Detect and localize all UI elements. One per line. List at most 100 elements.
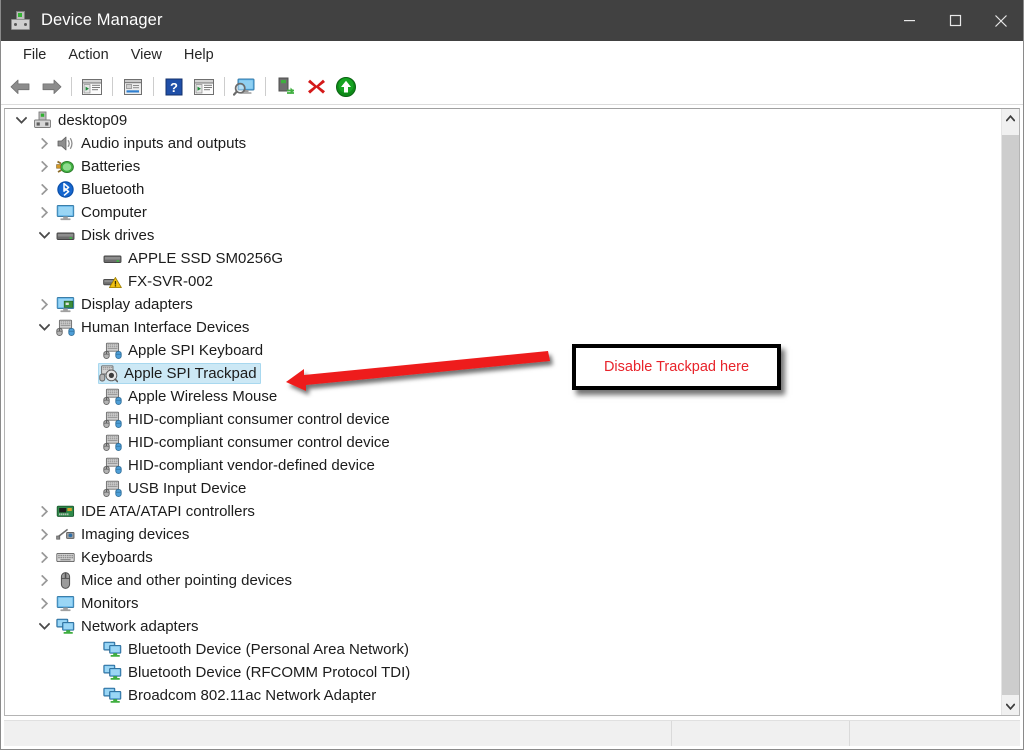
scroll-down-button[interactable] <box>1002 697 1019 715</box>
tree-item-content[interactable]: USB Input Device <box>100 478 247 499</box>
trackpad-icon <box>99 364 118 383</box>
tree-item-content[interactable]: Monitors <box>53 593 140 614</box>
tree-item-content[interactable]: Mice and other pointing devices <box>53 570 293 591</box>
toolbar: ? <box>0 69 1024 105</box>
callout-box[interactable]: Disable Trackpad here <box>572 344 781 390</box>
back-button[interactable] <box>6 73 36 101</box>
expand-toggle-expanded[interactable] <box>13 109 30 132</box>
properties-button[interactable] <box>118 73 148 101</box>
scan-for-hardware-changes-button[interactable] <box>189 73 219 101</box>
tree-item-content[interactable]: Apple SPI Keyboard <box>100 340 264 361</box>
display-adapter-icon <box>56 295 75 314</box>
tree-item-content[interactable]: desktop09 <box>30 110 128 131</box>
expand-toggle-collapsed[interactable] <box>36 546 53 569</box>
tree-row[interactable]: Apple SPI Keyboard <box>5 339 1002 362</box>
tree-row[interactable]: Bluetooth Device (Personal Area Network) <box>5 638 1002 661</box>
device-tree[interactable]: desktop09 Audio inputs and outputs Batte… <box>5 109 1002 715</box>
tree-item-content[interactable]: Batteries <box>53 156 141 177</box>
tree-row[interactable]: Keyboards <box>5 546 1002 569</box>
chevron-right-icon <box>40 299 49 310</box>
menu-file[interactable]: File <box>12 44 57 66</box>
tree-item-content[interactable]: Imaging devices <box>53 524 190 545</box>
tree-row[interactable]: HID-compliant vendor-defined device <box>5 454 1002 477</box>
tree-item-content[interactable]: APPLE SSD SM0256G <box>100 248 284 269</box>
tree-row[interactable]: Bluetooth <box>5 178 1002 201</box>
tree-item-content[interactable]: Keyboards <box>53 547 154 568</box>
tree-item-content[interactable]: FX-SVR-002 <box>100 271 214 292</box>
help-button[interactable]: ? <box>159 73 189 101</box>
tree-item-content[interactable]: Apple Wireless Mouse <box>100 386 278 407</box>
expand-toggle-collapsed[interactable] <box>36 569 53 592</box>
tree-item-content[interactable]: Disk drives <box>53 225 155 246</box>
enable-device-button[interactable] <box>331 73 361 101</box>
tree-row[interactable]: Batteries <box>5 155 1002 178</box>
battery-icon <box>56 157 75 176</box>
show-hide-console-tree-button[interactable] <box>77 73 107 101</box>
tree-item-content[interactable]: Audio inputs and outputs <box>53 133 247 154</box>
tree-item-content[interactable]: HID-compliant vendor-defined device <box>100 455 376 476</box>
close-button[interactable] <box>978 0 1024 41</box>
tree-item-content[interactable]: Display adapters <box>53 294 194 315</box>
tree-row[interactable]: USB Input Device <box>5 477 1002 500</box>
tree-row[interactable]: Network adapters <box>5 615 1002 638</box>
tree-item-content[interactable]: Apple SPI Trackpad <box>98 363 261 384</box>
tree-row[interactable]: Bluetooth Device (RFCOMM Protocol TDI) <box>5 661 1002 684</box>
expand-toggle-expanded[interactable] <box>36 224 53 247</box>
menu-action[interactable]: Action <box>57 44 119 66</box>
expand-toggle-none <box>83 661 100 684</box>
tree-row[interactable]: Imaging devices <box>5 523 1002 546</box>
expand-toggle-collapsed[interactable] <box>36 178 53 201</box>
tree-item-content[interactable]: Bluetooth Device (RFCOMM Protocol TDI) <box>100 662 411 683</box>
disable-device-button[interactable] <box>271 73 301 101</box>
uninstall-device-button[interactable] <box>301 73 331 101</box>
tree-row[interactable]: Human Interface Devices <box>5 316 1002 339</box>
toolbar-separator-4 <box>224 77 225 96</box>
expand-toggle-expanded[interactable] <box>36 316 53 339</box>
tree-item-content[interactable]: HID-compliant consumer control device <box>100 432 391 453</box>
scrollbar-thumb[interactable] <box>1002 135 1019 695</box>
tree-item-content[interactable]: Human Interface Devices <box>53 317 250 338</box>
tree-item-content[interactable]: IDE ATA/ATAPI controllers <box>53 501 256 522</box>
expand-toggle-expanded[interactable] <box>36 615 53 638</box>
status-bar <box>4 720 1020 746</box>
tree-row[interactable]: Monitors <box>5 592 1002 615</box>
tree-row[interactable]: APPLE SSD SM0256G <box>5 247 1002 270</box>
tree-item-content[interactable]: HID-compliant consumer control device <box>100 409 391 430</box>
tree-item-content[interactable]: Bluetooth <box>53 179 145 200</box>
menu-help[interactable]: Help <box>173 44 225 66</box>
tree-row[interactable]: Disk drives <box>5 224 1002 247</box>
expand-toggle-collapsed[interactable] <box>36 155 53 178</box>
tree-item-content[interactable]: Computer <box>53 202 148 223</box>
expand-toggle-collapsed[interactable] <box>36 201 53 224</box>
tree-row[interactable]: desktop09 <box>5 109 1002 132</box>
tree-row[interactable]: HID-compliant consumer control device <box>5 431 1002 454</box>
expand-toggle-collapsed[interactable] <box>36 132 53 155</box>
menu-view[interactable]: View <box>120 44 173 66</box>
expand-toggle-collapsed[interactable] <box>36 592 53 615</box>
tree-row[interactable]: Audio inputs and outputs <box>5 132 1002 155</box>
tree-row[interactable]: Apple Wireless Mouse <box>5 385 1002 408</box>
tree-row[interactable]: Computer <box>5 201 1002 224</box>
minimize-button[interactable] <box>886 0 932 41</box>
scroll-up-button[interactable] <box>1002 109 1019 127</box>
tree-item-content[interactable]: Bluetooth Device (Personal Area Network) <box>100 639 410 660</box>
tree-item-content[interactable]: Broadcom 802.11ac Network Adapter <box>100 685 377 706</box>
speaker-icon <box>56 134 75 153</box>
tree-item-content[interactable]: Network adapters <box>53 616 200 637</box>
tree-row[interactable]: HID-compliant consumer control device <box>5 408 1002 431</box>
expand-toggle-collapsed[interactable] <box>36 293 53 316</box>
tree-row[interactable]: FX-SVR-002 <box>5 270 1002 293</box>
tree-row[interactable]: Apple SPI Trackpad <box>5 362 1002 385</box>
tree-item-label: USB Input Device <box>128 479 246 498</box>
imaging-device-icon <box>56 525 75 544</box>
tree-row[interactable]: Display adapters <box>5 293 1002 316</box>
forward-button[interactable] <box>36 73 66 101</box>
tree-row[interactable]: IDE ATA/ATAPI controllers <box>5 500 1002 523</box>
update-driver-button[interactable] <box>230 73 260 101</box>
expand-toggle-collapsed[interactable] <box>36 523 53 546</box>
maximize-button[interactable] <box>932 0 978 41</box>
expand-toggle-collapsed[interactable] <box>36 500 53 523</box>
tree-row[interactable]: Mice and other pointing devices <box>5 569 1002 592</box>
vertical-scrollbar[interactable] <box>1001 109 1019 715</box>
tree-row[interactable]: Broadcom 802.11ac Network Adapter <box>5 684 1002 707</box>
